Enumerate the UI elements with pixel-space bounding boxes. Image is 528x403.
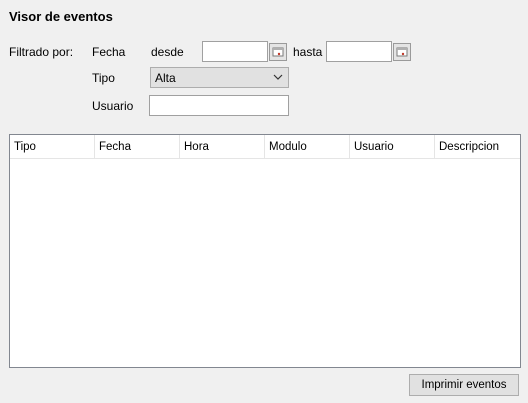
fecha-label: Fecha — [92, 45, 126, 59]
column-header-descripcion[interactable]: Descripcion — [435, 135, 520, 159]
tipo-select[interactable]: Alta — [150, 67, 289, 88]
desde-calendar-button[interactable] — [269, 43, 287, 61]
column-header-modulo[interactable]: Modulo — [265, 135, 350, 159]
desde-date-field[interactable] — [202, 41, 268, 62]
column-header-hora[interactable]: Hora — [180, 135, 265, 159]
column-header-tipo[interactable]: Tipo — [10, 135, 95, 159]
tipo-select-value: Alta — [155, 71, 176, 85]
chevron-down-icon — [273, 74, 283, 80]
hasta-label: hasta — [293, 45, 323, 59]
hasta-calendar-button[interactable] — [393, 43, 411, 61]
events-table[interactable]: Tipo Fecha Hora Modulo Usuario Descripci… — [9, 134, 521, 368]
calendar-icon — [396, 47, 408, 57]
column-header-usuario[interactable]: Usuario — [350, 135, 435, 159]
desde-label: desde — [151, 45, 184, 59]
tipo-label: Tipo — [92, 71, 115, 85]
hasta-date-field[interactable] — [326, 41, 392, 62]
filter-label: Filtrado por: — [9, 45, 74, 59]
usuario-label: Usuario — [92, 99, 134, 113]
column-header-fecha[interactable]: Fecha — [95, 135, 180, 159]
calendar-icon — [272, 47, 284, 57]
usuario-input[interactable] — [149, 95, 289, 116]
print-events-button[interactable]: Imprimir eventos — [409, 374, 519, 396]
window-title: Visor de eventos — [9, 9, 113, 24]
